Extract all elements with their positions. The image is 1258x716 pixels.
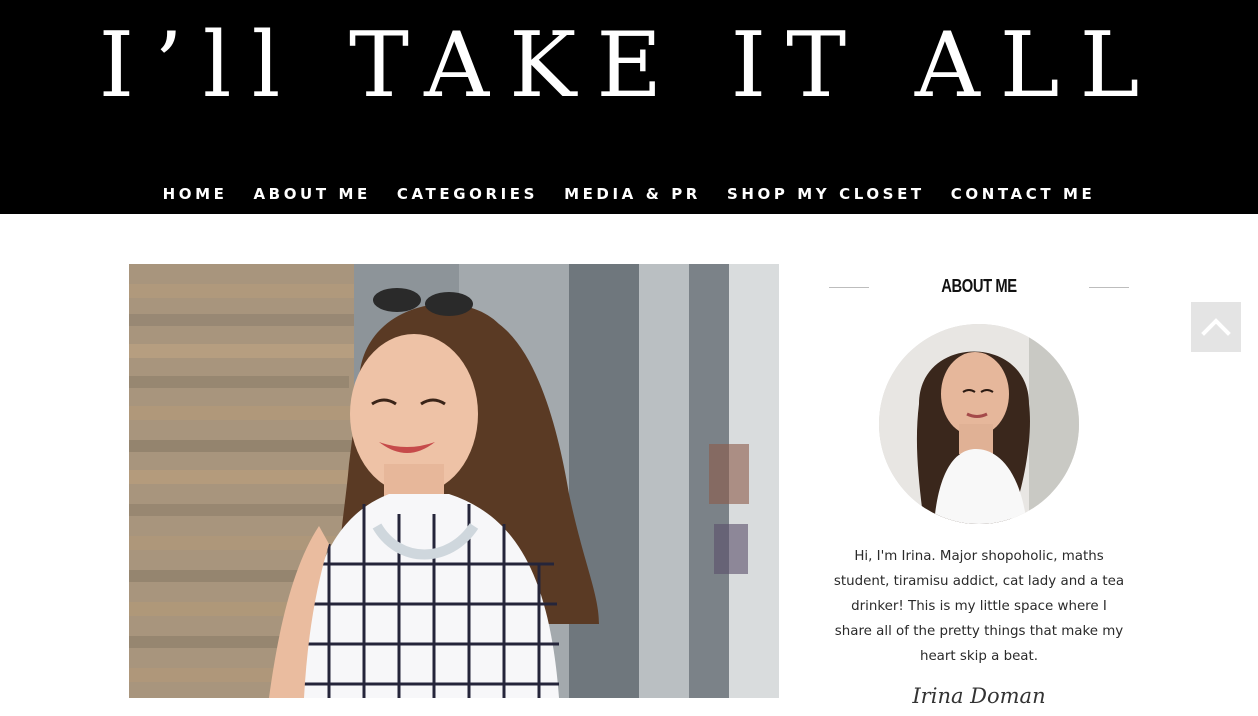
hero-photo[interactable] [129, 264, 779, 698]
site-header: I’ll TAKE IT ALL HOME ABOUT ME CATEGORIE… [0, 0, 1258, 214]
author-signature: Irina Doman [912, 684, 1046, 708]
chevron-up-icon [1201, 318, 1231, 336]
nav-item-categories[interactable]: CATEGORIES [397, 184, 538, 204]
hero-photo-illustration [129, 264, 779, 698]
nav-item-shop-my-closet[interactable]: SHOP MY CLOSET [727, 184, 925, 204]
profile-avatar[interactable] [879, 324, 1079, 524]
about-bio-text: Hi, I'm Irina. Major shopoholic, maths s… [833, 549, 1125, 664]
nav-item-contact-me[interactable]: CONTACT ME [951, 184, 1096, 204]
main-nav: HOME ABOUT ME CATEGORIES MEDIA & PR SHOP… [0, 184, 1258, 204]
nav-item-home[interactable]: HOME [163, 184, 228, 204]
nav-item-about-me[interactable]: ABOUT ME [253, 184, 370, 204]
sidebar: ABOUT ME Hi, I'm Irina. Major shopoholic… [829, 270, 1129, 708]
avatar-illustration [879, 324, 1079, 524]
about-widget-title: ABOUT ME [941, 276, 1017, 296]
about-widget-header: ABOUT ME [829, 270, 1129, 306]
site-title[interactable]: I’ll TAKE IT ALL [0, 16, 1258, 116]
scroll-to-top-button[interactable] [1191, 302, 1241, 352]
nav-item-media-pr[interactable]: MEDIA & PR [564, 184, 701, 204]
